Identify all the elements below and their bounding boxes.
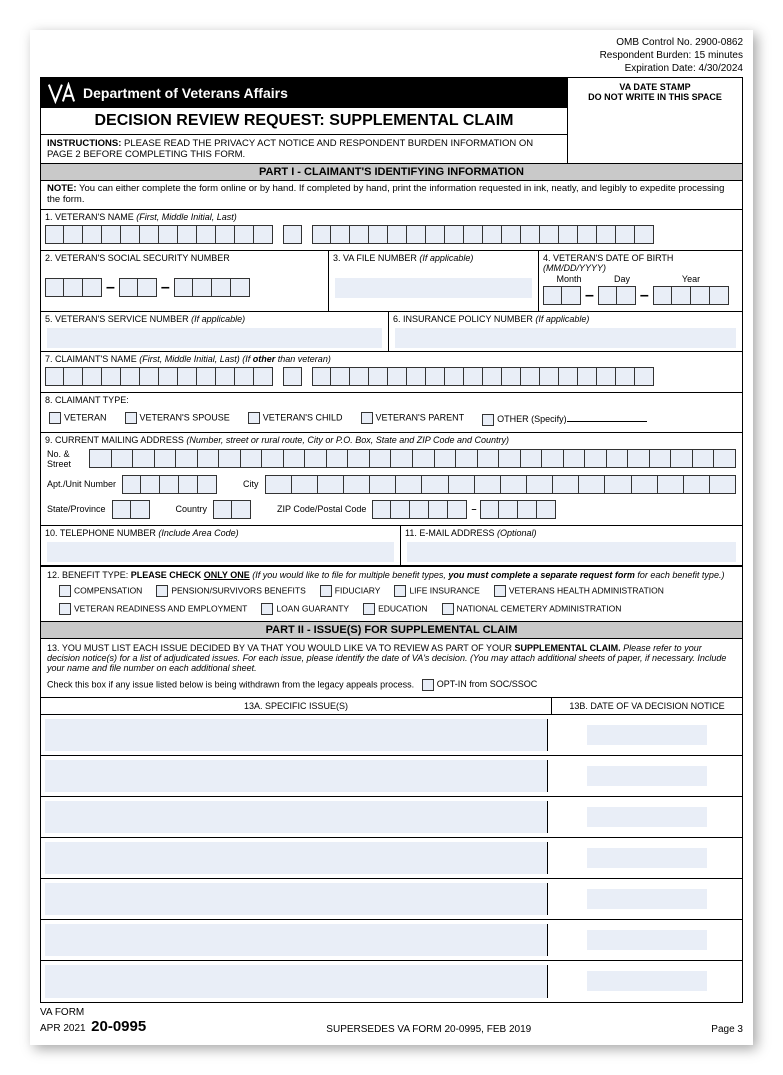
f3-input[interactable]	[335, 278, 532, 298]
f6-label: 6. INSURANCE POLICY NUMBER (If applicabl…	[389, 312, 742, 325]
issue-input[interactable]	[45, 924, 548, 956]
form-title: DECISION REVIEW REQUEST: SUPPLEMENTAL CL…	[41, 108, 567, 135]
chk-spouse[interactable]: VETERAN'S SPOUSE	[125, 412, 230, 424]
date-input[interactable]	[587, 971, 707, 991]
chk-education[interactable]: EDUCATION	[363, 603, 427, 615]
chk-life-insurance[interactable]: LIFE INSURANCE	[394, 585, 479, 597]
date-input[interactable]	[587, 889, 707, 909]
stamp-line1: VA DATE STAMP	[572, 82, 738, 92]
date-stamp-box: VA DATE STAMP DO NOT WRITE IN THIS SPACE	[567, 78, 742, 163]
omb-control: OMB Control No. 2900-0862	[40, 36, 743, 49]
addr-country-input[interactable]	[213, 500, 251, 519]
chk-compensation[interactable]: COMPENSATION	[59, 585, 142, 597]
f4-input[interactable]: – –	[539, 284, 742, 311]
omb-expiration: Expiration Date: 4/30/2024	[40, 62, 743, 75]
dept-header: Department of Veterans Affairs	[41, 78, 567, 108]
f9-label: 9. CURRENT MAILING ADDRESS (Number, stre…	[41, 433, 742, 446]
issue-input[interactable]	[45, 883, 548, 915]
col-13b: 13B. DATE OF VA DECISION NOTICE	[552, 698, 742, 714]
issue-row	[41, 797, 742, 838]
f2-label: 2. VETERAN'S SOCIAL SECURITY NUMBER	[41, 251, 328, 264]
footer-vaform: VA FORM	[40, 1007, 146, 1018]
chk-parent[interactable]: VETERAN'S PARENT	[361, 412, 465, 424]
issue-input[interactable]	[45, 760, 548, 792]
issue-row	[41, 879, 742, 920]
p2-instructions: 13. YOU MUST LIST EACH ISSUE DECIDED BY …	[41, 639, 742, 677]
addr-street-input[interactable]	[89, 449, 736, 468]
footer-page: Page 3	[711, 1024, 743, 1035]
issue-row	[41, 715, 742, 756]
form-number: 20-0995	[91, 1018, 146, 1035]
f2-input[interactable]: – –	[41, 264, 328, 303]
date-input[interactable]	[587, 807, 707, 827]
date-input[interactable]	[587, 930, 707, 950]
col-13a: 13A. SPECIFIC ISSUE(S)	[41, 698, 552, 714]
address-block: No. & Street Apt./Unit Number City State…	[41, 446, 742, 526]
issue-input[interactable]	[45, 965, 548, 998]
chk-veteran[interactable]: VETERAN	[49, 412, 107, 424]
note-label: NOTE:	[47, 183, 77, 194]
omb-block: OMB Control No. 2900-0862 Respondent Bur…	[30, 30, 753, 77]
part1-header: PART I - CLAIMANT'S IDENTIFYING INFORMAT…	[41, 163, 742, 181]
chk-optin[interactable]: OPT-IN from SOC/SSOC	[422, 679, 538, 689]
f12-label: 12. BENEFIT TYPE: PLEASE CHECK ONLY ONE …	[41, 566, 742, 582]
issue-row	[41, 961, 742, 1002]
chk-pension[interactable]: PENSION/SURVIVORS BENEFITS	[156, 585, 305, 597]
issue-input[interactable]	[45, 801, 548, 833]
part2-header: PART II - ISSUE(S) FOR SUPPLEMENTAL CLAI…	[41, 622, 742, 639]
f10-label: 10. TELEPHONE NUMBER (Include Area Code)	[41, 526, 400, 539]
chk-fiduciary[interactable]: FIDUCIARY	[320, 585, 381, 597]
f3-label: 3. VA FILE NUMBER (If applicable)	[329, 251, 538, 264]
chk-loan[interactable]: LOAN GUARANTY	[261, 603, 349, 615]
chk-child[interactable]: VETERAN'S CHILD	[248, 412, 343, 424]
issue-input[interactable]	[45, 719, 548, 751]
f1-label: 1. VETERAN'S NAME (First, Middle Initial…	[41, 210, 742, 223]
note: NOTE: You can either complete the form o…	[41, 181, 742, 210]
f4-label: 4. VETERAN'S DATE OF BIRTH (MM/DD/YYYY)	[539, 251, 742, 274]
instructions: INSTRUCTIONS: PLEASE READ THE PRIVACY AC…	[41, 135, 567, 163]
date-input[interactable]	[587, 766, 707, 786]
dept-name: Department of Veterans Affairs	[83, 85, 288, 101]
issue-row	[41, 920, 742, 961]
optin-row: Check this box if any issue listed below…	[41, 677, 742, 698]
addr-state-input[interactable]	[112, 500, 150, 519]
issue-input[interactable]	[45, 842, 548, 874]
chk-other[interactable]: OTHER (Specify)	[482, 410, 647, 426]
instructions-label: INSTRUCTIONS:	[47, 138, 121, 149]
f11-input[interactable]	[407, 542, 736, 562]
va-logo	[47, 82, 75, 104]
f10-input[interactable]	[47, 542, 394, 562]
form-page: OMB Control No. 2900-0862 Respondent Bur…	[30, 30, 753, 1045]
f7-label: 7. CLAIMANT'S NAME (First, Middle Initia…	[41, 352, 742, 365]
note-text: You can either complete the form online …	[47, 183, 724, 205]
addr-zip-input[interactable]: –	[372, 500, 556, 519]
issue-row	[41, 838, 742, 879]
f7-input[interactable]	[41, 365, 742, 393]
chk-nca[interactable]: NATIONAL CEMETERY ADMINISTRATION	[442, 603, 622, 615]
f11-label: 11. E-MAIL ADDRESS (Optional)	[401, 526, 742, 539]
f1-input[interactable]	[41, 223, 742, 251]
f5-label: 5. VETERAN'S SERVICE NUMBER (If applicab…	[41, 312, 388, 325]
date-input[interactable]	[587, 848, 707, 868]
issue-table-header: 13A. SPECIFIC ISSUE(S) 13B. DATE OF VA D…	[41, 698, 742, 715]
f8-checks: VETERAN VETERAN'S SPOUSE VETERAN'S CHILD…	[41, 406, 742, 433]
stamp-line2: DO NOT WRITE IN THIS SPACE	[572, 92, 738, 102]
addr-apt-input[interactable]	[122, 475, 217, 494]
f8-label: 8. CLAIMANT TYPE:	[41, 393, 742, 406]
footer-supersedes: SUPERSEDES VA FORM 20-0995, FEB 2019	[326, 1024, 531, 1035]
f6-input[interactable]	[395, 328, 736, 348]
f5-input[interactable]	[47, 328, 382, 348]
chk-vha[interactable]: VETERANS HEALTH ADMINISTRATION	[494, 585, 664, 597]
chk-vre[interactable]: VETERAN READINESS AND EMPLOYMENT	[59, 603, 247, 615]
form-frame: Department of Veterans Affairs DECISION …	[40, 77, 743, 1003]
issue-row	[41, 756, 742, 797]
date-input[interactable]	[587, 725, 707, 745]
addr-city-input[interactable]	[265, 475, 736, 494]
footer-date: APR 2021	[40, 1023, 86, 1034]
omb-burden: Respondent Burden: 15 minutes	[40, 49, 743, 62]
